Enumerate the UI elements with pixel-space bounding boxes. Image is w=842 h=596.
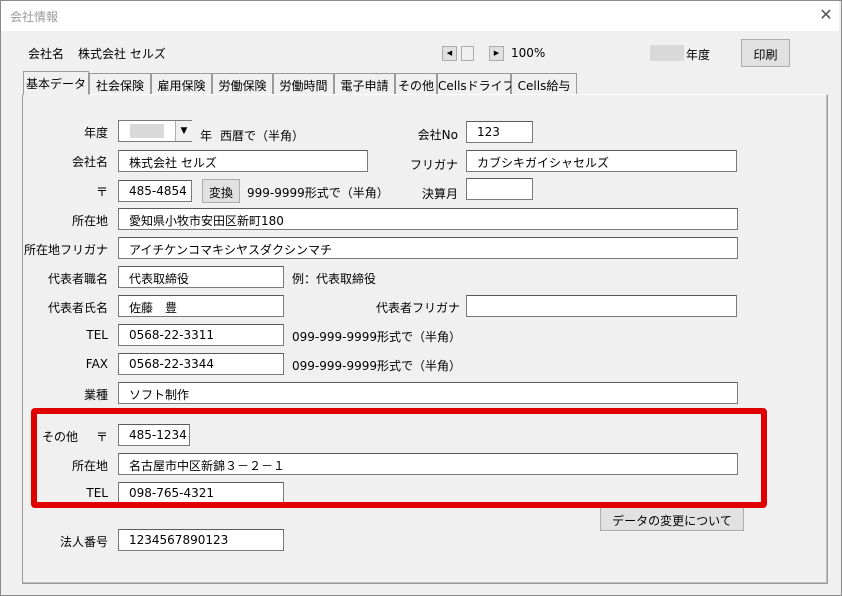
rep-name-label: 代表者氏名 — [47, 301, 108, 315]
tab-employment-insurance[interactable]: 雇用保険 — [151, 73, 212, 94]
year-redacted — [650, 45, 684, 61]
zoom-level: 100% — [511, 46, 546, 60]
tab-cells-payroll[interactable]: Cells給与 — [511, 73, 577, 94]
tab-cells-drive[interactable]: Cellsドライブ — [437, 73, 515, 94]
rep-kana-label: 代表者フリガナ — [375, 301, 460, 315]
zoom-decrease-button[interactable]: ◀ — [442, 46, 457, 61]
fax-field[interactable]: 0568-22-3344 — [118, 353, 284, 375]
address-kana-field[interactable]: アイチケンコマキシヤスダクシンマチ — [118, 237, 738, 259]
closing-month-field[interactable] — [466, 178, 533, 200]
tab-e-application[interactable]: 電子申請 — [334, 73, 395, 94]
company-name-field[interactable]: 株式会社 セルズ — [118, 150, 368, 172]
rep-title-label: 代表者職名 — [47, 272, 108, 286]
furigana-field[interactable]: カブシキガイシャセルズ — [466, 150, 737, 172]
address-kana-label: 所在地フリガナ — [23, 243, 108, 257]
title-bar — [1, 1, 839, 31]
tel-field[interactable]: 0568-22-3311 — [118, 324, 284, 346]
header-company-label: 会社名 — [28, 47, 65, 61]
tab-social-insurance[interactable]: 社会保険 — [89, 73, 151, 94]
name-label: 会社名 — [71, 155, 108, 169]
rep-title-field[interactable]: 代表取締役 — [118, 266, 284, 288]
chevron-down-icon[interactable]: ▼ — [175, 121, 192, 141]
close-icon[interactable]: ✕ — [815, 4, 837, 26]
year-label: 年度 — [83, 126, 108, 140]
address-field[interactable]: 愛知県小牧市安田区新町180 — [118, 208, 738, 230]
company-no-label: 会社No — [417, 128, 458, 142]
company-no-field[interactable]: 123 — [466, 121, 533, 143]
convert-button[interactable]: 変換 — [202, 179, 240, 203]
postal-label: 〒 — [95, 185, 108, 199]
tel-label: TEL — [86, 328, 108, 342]
rep-kana-field[interactable] — [466, 295, 737, 317]
year-value-redacted — [130, 124, 164, 138]
corp-no-label: 法人番号 — [59, 535, 108, 549]
zoom-scroll-thumb[interactable] — [461, 46, 474, 61]
corp-no-field[interactable]: 1234567890123 — [118, 529, 284, 551]
closing-month-label: 決算月 — [421, 187, 458, 201]
year-suffix: 年度 — [686, 48, 711, 62]
address-label: 所在地 — [71, 214, 108, 228]
data-change-button[interactable]: データの変更について — [600, 504, 744, 531]
tab-labor-insurance[interactable]: 労働保険 — [212, 73, 273, 94]
year-hint: 西暦で（半角） — [220, 129, 305, 143]
postal-field[interactable]: 485-4854 — [118, 180, 192, 202]
year-select[interactable]: ▼ — [118, 120, 192, 142]
zoom-increase-button[interactable]: ▶ — [489, 46, 504, 61]
tel-hint: 099-999-9999形式で（半角） — [292, 330, 462, 344]
tab-working-hours[interactable]: 労働時間 — [273, 73, 334, 94]
furigana-label: フリガナ — [409, 158, 458, 172]
industry-field[interactable]: ソフト制作 — [118, 382, 738, 404]
year-unit: 年 — [200, 129, 213, 143]
header-company-value: 株式会社 セルズ — [78, 47, 166, 61]
window-title: 会社情報 — [10, 10, 59, 24]
highlight-box — [31, 408, 767, 508]
tab-other[interactable]: その他 — [395, 73, 437, 94]
fax-label: FAX — [85, 357, 108, 371]
rep-name-field[interactable]: 佐藤 豊 — [118, 295, 284, 317]
industry-label: 業種 — [83, 388, 108, 402]
tab-basic-data[interactable]: 基本データ — [23, 71, 89, 95]
fax-hint: 099-999-9999形式で（半角） — [292, 359, 462, 373]
rep-title-hint: 例：代表取締役 — [292, 272, 377, 286]
postal-hint: 999-9999形式で（半角） — [247, 186, 389, 200]
print-button[interactable]: 印刷 — [741, 39, 790, 67]
